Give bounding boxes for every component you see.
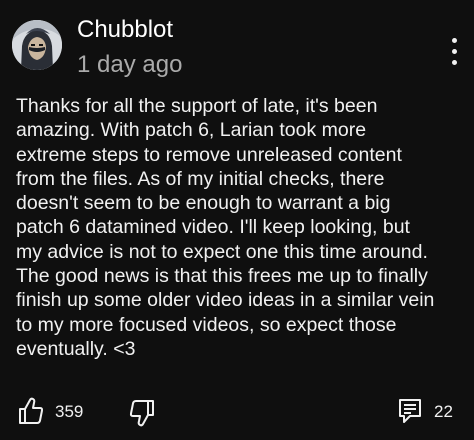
avatar[interactable] <box>12 20 62 70</box>
like-count: 359 <box>55 402 84 421</box>
more-vertical-icon-dot <box>452 49 457 54</box>
comment-line: Thanks for all the support of late, it's… <box>16 95 378 117</box>
comment-body: Thanks for all the support of late, it's… <box>16 94 468 361</box>
avatar-image <box>12 20 62 70</box>
dislike-button[interactable] <box>129 399 155 427</box>
comment-author[interactable]: Chubblot <box>77 15 173 45</box>
comment-line: The good news is that this frees me up t… <box>16 265 428 288</box>
comment-bubble-icon <box>399 399 421 423</box>
more-vertical-icon-dot <box>452 60 457 65</box>
comment-line: to my more focused videos, so expect tho… <box>16 313 397 336</box>
comment-line: patch 6 datamined video. I'll keep looki… <box>16 216 410 239</box>
like-button[interactable] <box>18 397 44 425</box>
reply-button[interactable] <box>398 398 422 424</box>
more-options-button[interactable] <box>440 32 468 72</box>
comment-timestamp: 1 day ago <box>77 51 183 78</box>
comment-line: amazing. With patch 6, Larian took more <box>16 119 367 142</box>
comment-card: Chubblot 1 day ago Thanks for all the su… <box>0 0 474 440</box>
thumbs-up-icon <box>19 397 44 424</box>
comment-line: extreme steps to remove unreleased conte… <box>16 143 402 166</box>
comment-line: my advice is not to expect one this time… <box>16 240 428 263</box>
comment-line: eventually. <3 <box>16 337 136 360</box>
more-vertical-icon <box>452 38 457 43</box>
reply-count: 22 <box>434 402 453 421</box>
comment-action-bar: 359 22 <box>0 392 474 432</box>
comment-line: doesn't seem to be enough to warrant a b… <box>16 192 391 215</box>
thumbs-down-icon <box>129 400 154 427</box>
comment-line: finish up some older video ideas in a si… <box>16 289 435 312</box>
comment-line: from the files. As of my initial checks,… <box>16 167 385 190</box>
